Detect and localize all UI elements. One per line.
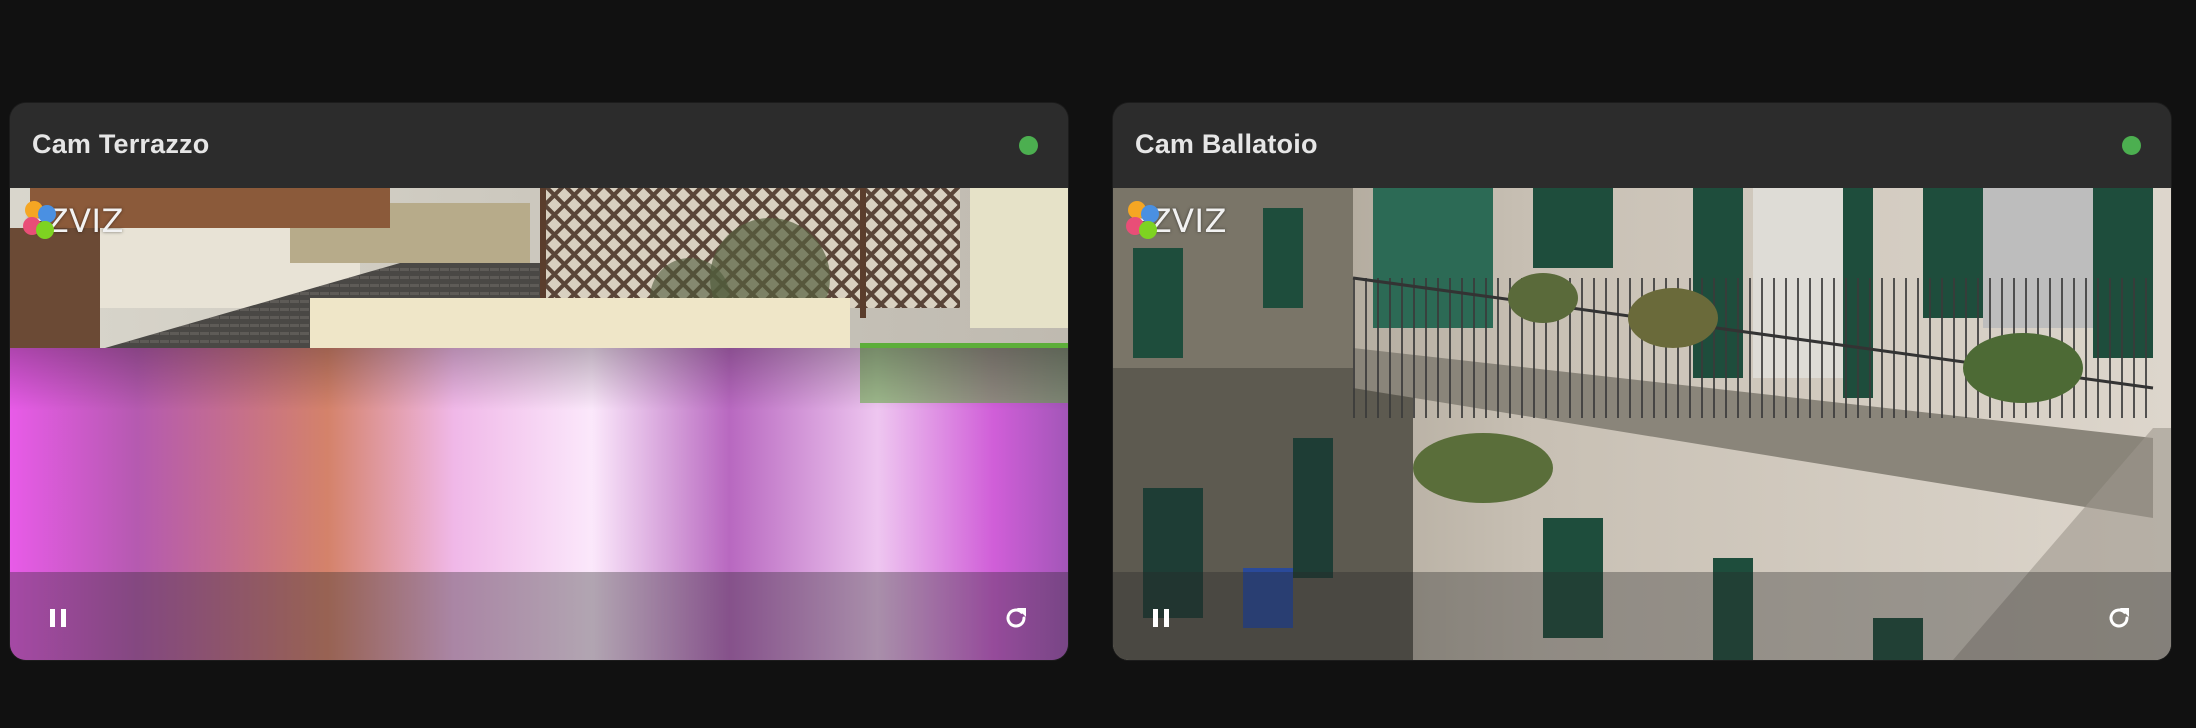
refresh-button[interactable]: [2103, 602, 2135, 634]
pause-icon: [1153, 609, 1169, 627]
camera-card-header: Cam Ballatoio: [1113, 103, 2171, 188]
camera-card-ballatoio: Cam Ballatoio EZVIZ: [1113, 103, 2171, 660]
pause-icon: [50, 609, 66, 627]
pause-button[interactable]: [1145, 602, 1177, 634]
brand-logo: EZVIZ: [20, 198, 124, 244]
camera-title[interactable]: Cam Ballatoio: [1135, 129, 1318, 160]
refresh-icon: [1006, 608, 1026, 628]
pause-button[interactable]: [42, 602, 74, 634]
ezviz-logo-icon: [1126, 201, 1159, 239]
brand-logo: EZVIZ: [1123, 198, 1227, 244]
ezviz-logo-icon: [23, 201, 56, 239]
camera-card-terrazzo: Cam Terrazzo EZVIZ: [10, 103, 1068, 660]
refresh-icon: [2109, 608, 2129, 628]
status-dot-icon: [1019, 136, 1038, 155]
stream-controls-bar: [10, 572, 1068, 660]
camera-stream-view[interactable]: EZVIZ: [1113, 188, 2171, 660]
refresh-button[interactable]: [1000, 602, 1032, 634]
status-dot-icon: [2122, 136, 2141, 155]
camera-title[interactable]: Cam Terrazzo: [32, 129, 209, 160]
stream-controls-bar: [1113, 572, 2171, 660]
camera-dashboard: Cam Terrazzo EZVIZ Cam Ballatoio EZVIZ: [0, 0, 2196, 728]
camera-stream-view[interactable]: EZVIZ: [10, 188, 1068, 660]
camera-card-header: Cam Terrazzo: [10, 103, 1068, 188]
